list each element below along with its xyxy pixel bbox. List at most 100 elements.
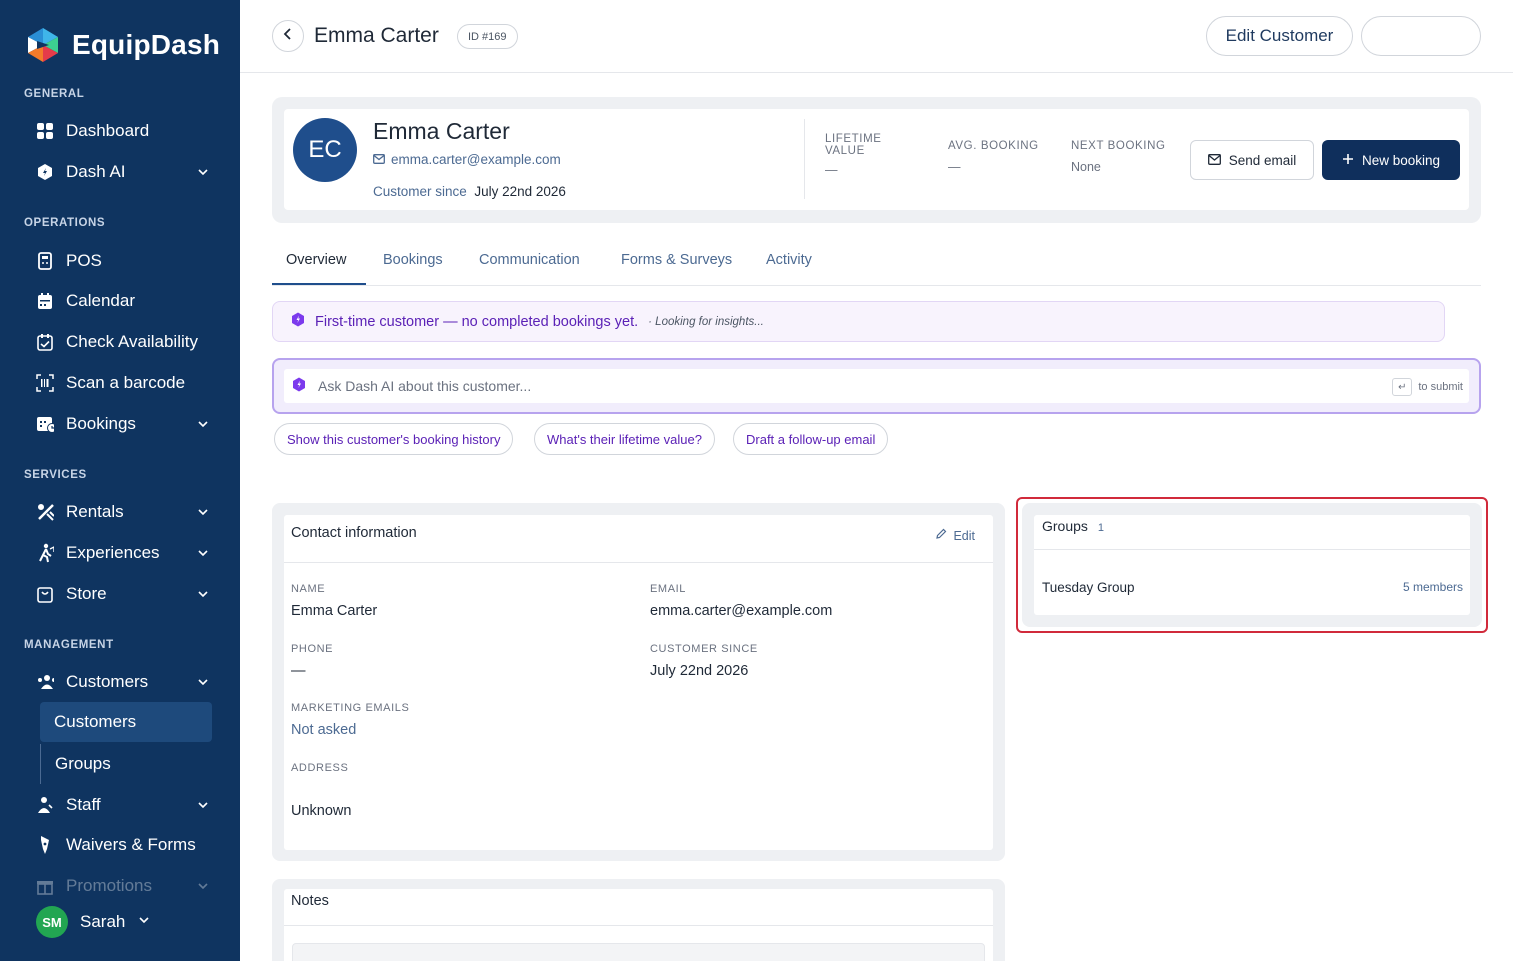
sidebar-item-check-availability[interactable]: Check Availability	[36, 324, 216, 360]
chevron-down-icon	[196, 674, 210, 694]
sidebar: EquipDash GENERAL Dashboard Dash AI OPER…	[0, 0, 240, 961]
sidebar-item-promotions[interactable]: Promotions	[36, 868, 216, 904]
sidebar-subitem-groups[interactable]: Groups	[40, 744, 212, 784]
profile-card: EC Emma Carter emma.carter@example.com C…	[284, 109, 1469, 210]
new-booking-label: New booking	[1361, 152, 1441, 168]
contact-info-panel: Contact information Edit NAME Emma Carte…	[272, 503, 1005, 861]
edit-customer-button[interactable]: Edit Customer	[1206, 16, 1353, 56]
field-label: ADDRESS	[291, 762, 349, 774]
customer-email[interactable]: emma.carter@example.com	[373, 152, 561, 167]
page-header: Emma Carter ID #169 Edit Customer	[240, 0, 1513, 73]
sidebar-item-label: Bookings	[66, 414, 136, 433]
calendar-icon	[36, 292, 54, 310]
chevron-down-icon	[196, 416, 210, 436]
user-name: Sarah	[80, 912, 126, 931]
sidebar-subitem-customers[interactable]: Customers	[40, 702, 212, 742]
tab-bookings[interactable]: Bookings	[383, 252, 443, 268]
tab-activity[interactable]: Activity	[766, 252, 812, 268]
chevron-down-icon	[196, 545, 210, 565]
sidebar-item-experiences[interactable]: Experiences	[36, 535, 216, 571]
sidebar-item-staff[interactable]: Staff	[36, 787, 216, 823]
ai-insight-banner: First-time customer — no completed booki…	[272, 301, 1445, 342]
ask-dash-ai-input[interactable]: Ask Dash AI about this customer... ↵ to …	[284, 369, 1469, 403]
groups-highlight-outline	[1016, 497, 1488, 633]
sidebar-item-label: Promotions	[66, 876, 152, 895]
sidebar-item-customers[interactable]: Customers	[36, 664, 216, 700]
ask-placeholder: Ask Dash AI about this customer...	[318, 378, 532, 394]
sidebar-item-dashboard[interactable]: Dashboard	[36, 113, 216, 149]
sidebar-item-label: Dashboard	[66, 121, 150, 140]
bookings-icon	[36, 415, 54, 433]
customer-since-value: July 22nd 2026	[474, 184, 566, 199]
sidebar-item-waivers-forms[interactable]: Waivers & Forms	[36, 827, 216, 863]
app-logo[interactable]: EquipDash	[24, 26, 220, 64]
field-value: Not asked	[291, 722, 357, 738]
chevron-down-icon	[196, 504, 210, 524]
section-general: GENERAL	[24, 88, 85, 100]
sidebar-item-store[interactable]: Store	[36, 576, 216, 612]
send-email-button[interactable]: Send email	[1190, 140, 1314, 180]
tab-overview[interactable]: Overview	[286, 252, 346, 268]
edit-contact-link[interactable]: Edit	[935, 528, 975, 543]
back-button[interactable]	[272, 20, 304, 52]
tab-bar: Overview Bookings Communication Forms & …	[272, 238, 1481, 286]
calendar-check-icon	[36, 333, 54, 351]
divider	[284, 925, 993, 926]
divider	[804, 119, 805, 199]
suggestion-chip[interactable]: What's their lifetime value?	[534, 423, 715, 455]
enter-key-icon: ↵	[1392, 378, 1413, 396]
sidebar-item-calendar[interactable]: Calendar	[36, 283, 216, 319]
customer-email-text: emma.carter@example.com	[391, 152, 561, 167]
sidebar-item-rentals[interactable]: Rentals	[36, 494, 216, 530]
store-icon	[36, 585, 54, 603]
gift-icon	[36, 877, 54, 895]
suggestion-chip[interactable]: Draft a follow-up email	[733, 423, 889, 455]
sidebar-item-pos[interactable]: POS	[36, 243, 216, 279]
field-value: Emma Carter	[291, 603, 378, 619]
stat-label: NEXT BOOKING	[1071, 140, 1166, 152]
stat-label: AVG. BOOKING	[948, 140, 1039, 152]
active-tab-indicator	[272, 283, 366, 285]
page-title: Emma Carter	[314, 24, 439, 47]
mail-icon	[1207, 153, 1221, 168]
suggestion-chip[interactable]: Show this customer's booking history	[274, 423, 514, 455]
section-management: MANAGEMENT	[24, 639, 114, 651]
tab-communication[interactable]: Communication	[479, 252, 580, 268]
chevron-left-icon	[281, 27, 295, 46]
section-operations: OPERATIONS	[24, 217, 106, 229]
notes-card: Notes	[284, 889, 993, 961]
user-menu[interactable]: SM Sarah	[36, 906, 151, 938]
stat-label: LIFETIME	[825, 133, 882, 145]
submit-hint: ↵ to submit	[1392, 378, 1463, 396]
new-booking-button[interactable]: New booking	[1322, 140, 1460, 180]
field-label: NAME	[291, 583, 326, 595]
barcode-scan-icon	[36, 374, 54, 392]
stat-avg-booking: AVG. BOOKING —	[948, 140, 1039, 174]
stat-lifetime-value: LIFETIME VALUE —	[825, 133, 882, 177]
customer-since: Customer since July 22nd 2026	[373, 184, 566, 199]
ai-hex-icon	[291, 312, 305, 331]
notes-panel: Notes	[272, 879, 1005, 961]
sidebar-item-bookings[interactable]: Bookings	[36, 406, 216, 442]
staff-icon	[36, 796, 54, 814]
divider	[284, 562, 993, 563]
sidebar-item-dash-ai[interactable]: Dash AI	[36, 154, 216, 190]
secondary-action-button[interactable]	[1361, 16, 1481, 56]
chevron-down-icon	[196, 164, 210, 184]
sidebar-item-scan-barcode[interactable]: Scan a barcode	[36, 365, 216, 401]
chevron-down-icon	[196, 797, 210, 817]
sidebar-item-label: Check Availability	[66, 332, 198, 351]
section-services: SERVICES	[24, 469, 87, 481]
plus-icon	[1342, 153, 1354, 168]
stat-value: None	[1071, 160, 1101, 174]
tab-forms-surveys[interactable]: Forms & Surveys	[621, 252, 732, 268]
profile-summary: EC Emma Carter emma.carter@example.com C…	[272, 97, 1481, 223]
field-label: CUSTOMER SINCE	[650, 643, 758, 655]
field-label: EMAIL	[650, 583, 687, 595]
stat-next-booking: NEXT BOOKING None	[1071, 140, 1166, 174]
notes-input[interactable]	[292, 943, 985, 961]
contact-info-card: Contact information Edit NAME Emma Carte…	[284, 515, 993, 850]
field-label: PHONE	[291, 643, 334, 655]
stat-value: —	[948, 160, 961, 174]
ask-dash-ai-box: Ask Dash AI about this customer... ↵ to …	[272, 358, 1481, 414]
